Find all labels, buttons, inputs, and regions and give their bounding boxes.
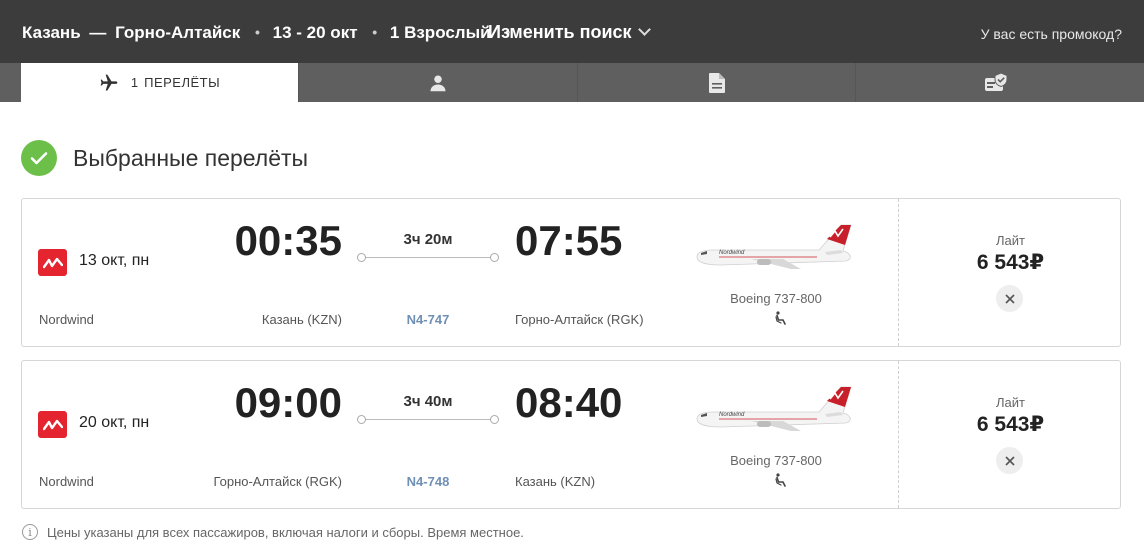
aircraft-image: Nordwind — [696, 224, 852, 269]
departure-time: 09:00 — [234, 379, 342, 426]
departure-time: 00:35 — [234, 217, 342, 264]
person-icon — [430, 75, 446, 91]
departure-airport: Горно-Алтайск (RGK) — [213, 474, 342, 489]
check-circle-icon — [21, 140, 57, 176]
flight-track — [357, 415, 499, 425]
separator-dot: • — [255, 24, 260, 40]
flight-number-link[interactable]: N4-747 — [357, 312, 499, 327]
change-search-label: Изменить поиск — [488, 22, 632, 42]
flight-track — [357, 253, 499, 263]
flight-date: 13 окт, пн — [79, 252, 150, 269]
flight-number-link[interactable]: N4-748 — [357, 474, 499, 489]
tab-flights[interactable]: 1 ПЕРЕЛЁТЫ — [21, 63, 298, 102]
page-title: Выбранные перелёты — [73, 144, 309, 171]
document-icon — [708, 72, 725, 93]
tab-step-number: 1 — [130, 75, 139, 90]
price-note-text: Цены указаны для всех пассажиров, включа… — [47, 524, 524, 540]
chevron-down-icon — [637, 23, 651, 36]
promo-code-link[interactable]: У вас есть промокод? — [981, 26, 1122, 42]
aircraft-livery-text: Nordwind — [719, 412, 745, 418]
airplane-icon — [100, 74, 118, 90]
route-summary: Казань — Горно-Алтайск • 13 - 20 окт • 1… — [22, 23, 518, 43]
remove-flight-button[interactable] — [996, 285, 1023, 312]
flight-card: 20 окт, пн Nordwind 09:00 3ч 40м 08:40 Г… — [21, 360, 1121, 509]
aircraft-type: Boeing 737-800 — [730, 291, 822, 306]
ticket-check-icon — [984, 72, 1007, 91]
tab-documents[interactable] — [577, 63, 855, 102]
flight-duration: 3ч 20м — [403, 231, 453, 248]
booking-steps-tabs: 1 ПЕРЕЛЁТЫ — [0, 63, 1144, 102]
airline-name: Nordwind — [39, 474, 94, 489]
seat-icon — [775, 473, 786, 487]
aircraft-image: Nordwind — [696, 386, 852, 431]
close-icon — [1004, 455, 1015, 466]
close-icon — [1004, 293, 1015, 304]
arrival-airport: Горно-Алтайск (RGK) — [515, 312, 644, 327]
route-dash: — — [89, 23, 107, 42]
tab-passengers[interactable] — [298, 63, 577, 102]
nordwind-logo-icon — [38, 249, 67, 276]
flight-date: 20 окт, пн — [79, 414, 150, 431]
selected-flights-heading: Выбранные перелёты — [21, 140, 308, 176]
departure-airport: Казань (KZN) — [261, 312, 342, 327]
travel-dates: 13 - 20 окт — [272, 23, 358, 42]
separator-dot: • — [372, 24, 378, 40]
change-search-button[interactable]: Изменить поиск — [488, 22, 651, 43]
aircraft-type: Boeing 737-800 — [730, 453, 822, 468]
origin-city: Казань — [22, 23, 81, 42]
seat-icon — [775, 311, 786, 325]
destination-city: Горно-Алтайск — [115, 23, 241, 42]
remove-flight-button[interactable] — [996, 447, 1023, 474]
fare-name: Лайт — [996, 233, 1025, 248]
aircraft-livery-text: Nordwind — [719, 250, 745, 256]
passenger-count: 1 Взрослый — [389, 23, 491, 42]
arrival-time: 08:40 — [515, 379, 623, 426]
tab-flights-label: ПЕРЕЛЁТЫ — [144, 75, 221, 90]
airline-name: Nordwind — [39, 312, 94, 327]
price-note: i Цены указаны для всех пассажиров, вклю… — [22, 523, 524, 541]
tab-payment[interactable] — [855, 63, 1135, 102]
flight-card: 13 окт, пн Nordwind 00:35 3ч 20м 07:55 К… — [21, 198, 1121, 347]
search-summary-bar: Казань — Горно-Алтайск • 13 - 20 окт • 1… — [0, 0, 1144, 63]
fare-price: 6 543₽ — [976, 413, 1045, 436]
fare-name: Лайт — [996, 395, 1025, 410]
info-icon: i — [22, 524, 38, 540]
flight-duration: 3ч 40м — [403, 393, 453, 410]
nordwind-logo-icon — [38, 411, 67, 438]
arrival-airport: Казань (KZN) — [515, 474, 596, 489]
fare-price: 6 543₽ — [976, 251, 1045, 274]
arrival-time: 07:55 — [515, 217, 623, 264]
